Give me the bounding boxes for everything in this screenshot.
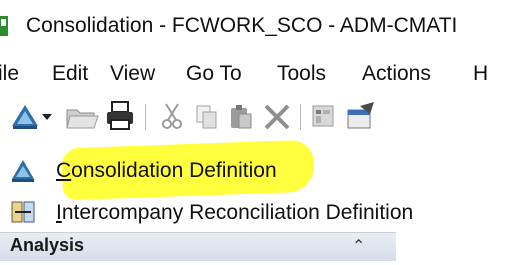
menu-item-label: Intercompany Reconciliation Definition	[56, 201, 414, 224]
consolidation-icon[interactable]	[10, 100, 40, 132]
delete-icon[interactable]	[262, 100, 292, 132]
reconciliation-icon	[11, 201, 35, 223]
menu-edit[interactable]: Edit	[52, 62, 88, 86]
print-icon[interactable]	[104, 100, 136, 132]
app-icon	[0, 16, 8, 36]
menu-item-label: Consolidation Definition	[56, 159, 277, 182]
toolbar	[0, 92, 509, 140]
menu-actions[interactable]: Actions	[362, 62, 431, 86]
menu-file[interactable]: ile	[0, 62, 19, 86]
properties-icon[interactable]	[346, 100, 376, 132]
content-pane	[400, 232, 509, 265]
toolbar-separator	[145, 104, 146, 130]
menu-item-intercompany-reconciliation-definition[interactable]: Intercompany Reconciliation Definition	[0, 194, 509, 230]
open-folder-icon[interactable]	[64, 100, 100, 132]
analysis-panel-header[interactable]: Analysis ⌃	[0, 232, 396, 261]
menu-bar: ile Edit View Go To Tools Actions H	[0, 56, 509, 90]
menu-help[interactable]: H	[473, 62, 488, 86]
copy-icon[interactable]	[194, 100, 220, 132]
title-bar: Consolidation - FCWORK_SCO - ADM-CMATI	[0, 0, 509, 50]
cut-icon[interactable]	[160, 100, 184, 132]
toolbar-separator	[300, 104, 301, 130]
paste-icon[interactable]	[228, 100, 254, 132]
dropdown-arrow-icon[interactable]	[40, 100, 54, 132]
menu-tools[interactable]: Tools	[277, 62, 326, 86]
panel-title: Analysis	[10, 235, 85, 255]
menu-go-to[interactable]: Go To	[186, 62, 242, 86]
consolidation-icon	[12, 160, 34, 182]
grid-icon[interactable]	[310, 100, 338, 132]
menu-view[interactable]: View	[110, 62, 155, 86]
window-title: Consolidation - FCWORK_SCO - ADM-CMATI	[26, 14, 458, 37]
menu-item-consolidation-definition[interactable]: Consolidation Definition	[0, 152, 509, 188]
collapse-chevron-icon[interactable]: ⌃	[352, 236, 365, 256]
